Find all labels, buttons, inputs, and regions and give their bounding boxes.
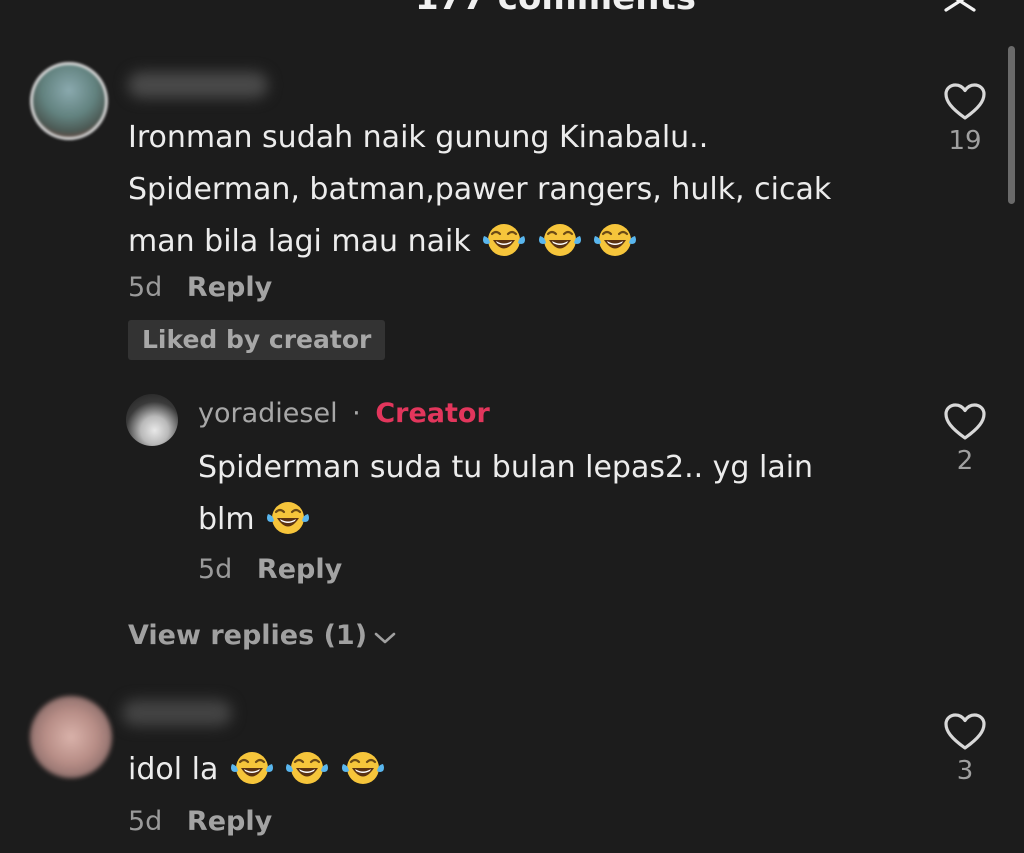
reply-button[interactable]: Reply: [187, 806, 272, 837]
reply-author-line: yoradiesel · Creator: [198, 398, 490, 429]
reply-meta: 5d Reply: [198, 554, 342, 585]
reply-text: Spiderman suda tu bulan lepas2.. yg lain…: [198, 442, 813, 546]
separator-dot: ·: [352, 398, 361, 429]
comment-time: 5d: [128, 806, 163, 837]
chevron-down-icon: [374, 632, 396, 644]
face-with-tears-of-joy-icon: [341, 752, 384, 784]
reply-username[interactable]: yoradiesel: [198, 398, 338, 429]
face-with-tears-of-joy-icon: [483, 224, 526, 256]
heart-icon[interactable]: [943, 82, 987, 122]
comments-panel: 177 comments Ironman sudah naik gunung K…: [0, 0, 1024, 853]
comment-meta: 5d Reply: [128, 272, 272, 303]
reply-button[interactable]: Reply: [257, 554, 342, 585]
comment-time: 5d: [128, 272, 163, 303]
face-with-tears-of-joy-icon: [538, 224, 581, 256]
like-count: 19: [948, 126, 982, 156]
avatar[interactable]: [30, 696, 112, 778]
comment-time: 5d: [198, 554, 233, 585]
heart-icon[interactable]: [943, 402, 987, 442]
blurred-username: [122, 700, 232, 726]
comment-line: Spiderman, batman,pawer rangers, hulk, c…: [128, 172, 832, 207]
comments-count-title: 177 comments: [415, 0, 696, 18]
liked-by-creator-badge: Liked by creator: [128, 320, 386, 360]
avatar[interactable]: [30, 62, 108, 140]
like-count: 2: [956, 446, 974, 476]
blurred-username: [128, 72, 268, 98]
emoji-group: [264, 502, 310, 537]
face-with-tears-of-joy-icon: [594, 224, 637, 256]
close-icon[interactable]: [943, 0, 977, 12]
comment-line: man bila lagi mau naik: [128, 216, 831, 268]
comment-line: Spiderman suda tu bulan lepas2.. yg lain: [198, 450, 814, 485]
face-with-tears-of-joy-icon: [230, 752, 273, 784]
comment-text: idol la: [128, 744, 385, 796]
view-replies-button[interactable]: View replies (1): [128, 620, 397, 651]
like-button[interactable]: 2: [935, 402, 995, 476]
emoji-group: [228, 752, 385, 787]
face-with-tears-of-joy-icon: [267, 502, 310, 534]
reply-button[interactable]: Reply: [187, 272, 272, 303]
face-with-tears-of-joy-icon: [286, 752, 329, 784]
like-button[interactable]: 3: [935, 712, 995, 786]
comment-line: idol la: [128, 744, 385, 796]
comment-text: Ironman sudah naik gunung Kinabalu.. Spi…: [128, 112, 831, 268]
avatar[interactable]: [126, 394, 178, 446]
comment-line: blm: [198, 494, 813, 546]
comment-meta: 5d Reply: [128, 806, 272, 837]
scrollbar[interactable]: [1008, 46, 1015, 204]
comment-line: Ironman sudah naik gunung Kinabalu..: [128, 120, 709, 155]
like-button[interactable]: 19: [935, 82, 995, 156]
emoji-group: [471, 224, 638, 259]
heart-icon[interactable]: [943, 712, 987, 752]
creator-tag: Creator: [375, 398, 490, 429]
like-count: 3: [956, 756, 974, 786]
